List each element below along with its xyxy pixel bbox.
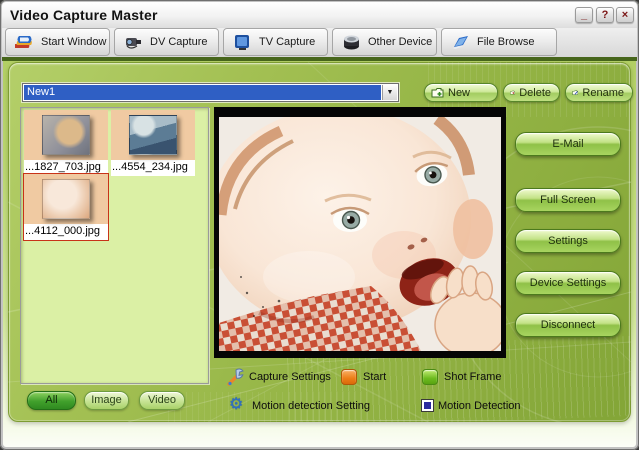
shot-frame-swatch[interactable] xyxy=(422,369,438,385)
preview-image-baby xyxy=(219,117,501,351)
button-label: Rename xyxy=(582,86,624,99)
group-select[interactable]: New1 ▼ xyxy=(22,83,399,102)
folder-icon xyxy=(453,35,468,49)
delete-group-button[interactable]: Delete xyxy=(503,83,560,102)
help-button[interactable]: ? xyxy=(596,7,614,23)
thumbnail-item-1[interactable]: ...1827_703.jpg xyxy=(24,110,108,176)
gear-icon[interactable]: ⚙ xyxy=(229,397,243,413)
tab-dv-capture[interactable]: DV Capture xyxy=(114,28,219,56)
new-group-button[interactable]: New xyxy=(424,83,498,102)
tab-label: Start Window xyxy=(41,36,107,48)
folder-delete-icon xyxy=(510,90,516,95)
thumbnail-item-3-selected[interactable]: ...4112_000.jpg xyxy=(23,173,109,241)
tab-start-window[interactable]: Start Window xyxy=(5,28,110,56)
thumbnail-panel: ...1827_703.jpg ...4554_234.jpg ...4112_… xyxy=(20,107,209,384)
tv-icon xyxy=(235,34,249,50)
thumbnail-filename: ...4112_000.jpg xyxy=(24,224,108,240)
thumbnail-tile xyxy=(111,110,195,160)
email-button[interactable]: E-Mail xyxy=(515,132,621,156)
group-select-value: New1 xyxy=(24,85,381,100)
motion-detection-label[interactable]: Motion Detection xyxy=(438,400,521,412)
capture-settings-label[interactable]: Capture Settings xyxy=(249,371,331,383)
checkbox-checked-mark xyxy=(424,402,431,409)
tab-label: DV Capture xyxy=(150,36,208,48)
device-drum-icon xyxy=(344,35,359,49)
thumbnail-item-2[interactable]: ...4554_234.jpg xyxy=(111,110,195,176)
app-window: Video Capture Master _ ? × Start Window … xyxy=(0,0,639,450)
thumbnail-filename: ...4554_234.jpg xyxy=(111,160,195,176)
shot-frame-label[interactable]: Shot Frame xyxy=(444,371,501,383)
device-settings-button[interactable]: Device Settings xyxy=(515,271,621,295)
wrench-icon[interactable] xyxy=(226,367,246,387)
filter-video-button[interactable]: Video xyxy=(139,391,185,410)
close-button[interactable]: × xyxy=(616,7,634,23)
title-bar: Video Capture Master _ ? × xyxy=(2,2,637,28)
rename-group-button[interactable]: Rename xyxy=(565,83,633,102)
video-preview-frame[interactable] xyxy=(214,107,506,358)
tab-tv-capture[interactable]: TV Capture xyxy=(223,28,328,56)
start-swatch[interactable] xyxy=(341,369,357,385)
window-title: Video Capture Master xyxy=(10,7,158,23)
filter-all-button[interactable]: All xyxy=(27,391,76,410)
start-label[interactable]: Start xyxy=(363,371,386,383)
disconnect-button[interactable]: Disconnect xyxy=(515,313,621,337)
tab-label: TV Capture xyxy=(259,36,316,48)
tab-bar: Start Window DV Capture TV Capture Other… xyxy=(2,28,637,57)
tab-label: Other Device xyxy=(368,36,433,48)
camcorder-icon xyxy=(126,37,141,49)
chevron-down-icon[interactable]: ▼ xyxy=(382,85,397,100)
filter-image-button[interactable]: Image xyxy=(84,391,129,410)
thumbnail-image-dog xyxy=(42,115,90,155)
button-label: Delete xyxy=(519,86,551,99)
thumbnail-image-baby xyxy=(42,179,90,219)
folder-rename-icon xyxy=(572,90,579,95)
button-label: New xyxy=(448,86,471,99)
settings-button[interactable]: Settings xyxy=(515,229,621,253)
motion-detection-checkbox[interactable] xyxy=(421,399,434,412)
tab-other-device[interactable]: Other Device xyxy=(332,28,437,56)
thumbnail-image-table xyxy=(129,115,177,155)
thumbnail-tile xyxy=(24,174,108,224)
tab-file-browse[interactable]: File Browse xyxy=(441,28,557,56)
body-divider xyxy=(2,57,637,61)
motion-detection-setting-label[interactable]: Motion detection Setting xyxy=(252,400,370,412)
books-icon xyxy=(15,35,32,48)
thumbnail-tile xyxy=(24,110,108,160)
minimize-button[interactable]: _ xyxy=(575,7,593,23)
tab-label: File Browse xyxy=(477,36,535,48)
full-screen-button[interactable]: Full Screen xyxy=(515,188,621,212)
folder-plus-icon xyxy=(431,88,444,98)
